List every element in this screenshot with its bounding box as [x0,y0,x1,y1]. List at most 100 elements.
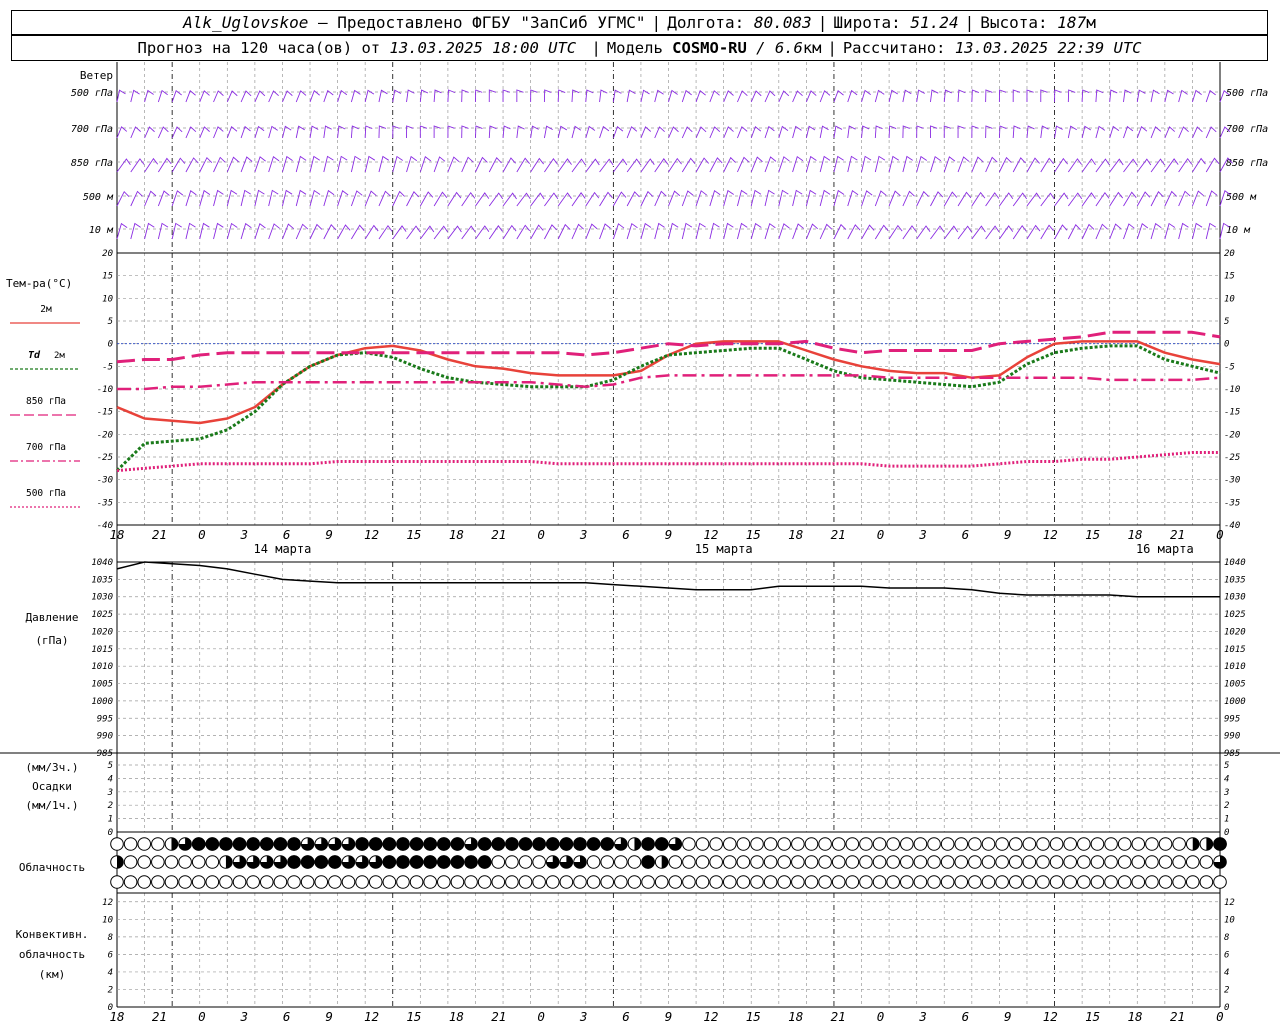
cloud-symbol [695,837,710,851]
wind-barb [902,155,913,173]
cloud-symbol [1117,837,1132,851]
wind-barb [819,223,833,240]
wind-barb [1012,89,1020,103]
cloud-symbol [110,837,124,851]
cloud-symbol [532,875,546,889]
precip-title: Осадки [32,780,72,793]
wind-barb [792,90,803,103]
x-tick-label-bottom: 21 [1170,1009,1185,1024]
cloud-symbol [709,855,723,869]
cloud-symbol [205,875,220,889]
cloud-symbol [1172,855,1186,869]
cloud-symbol [845,837,860,851]
cloud-symbol-fill [477,837,492,851]
wind-barb [709,189,721,207]
cloud-symbol [818,837,832,851]
wind-barb [1012,125,1021,139]
wind-barb [737,156,750,173]
cloud-symbol [927,855,941,869]
temp-title: Тем-ра(°С) [6,277,72,290]
precip-tick-label: 3 [107,788,113,798]
cloud-symbol [641,875,655,889]
cloud-symbol [1104,855,1118,869]
cloud-symbol [954,837,969,851]
cloud-symbol [791,837,805,851]
cloud-symbol [1145,837,1159,851]
day-label: 16 марта [1136,542,1194,556]
wind-barb [530,157,544,173]
wind-barb [1054,192,1069,207]
cloud-symbol [1090,875,1105,889]
cloud-symbol [777,855,792,869]
wind-barb [475,225,490,240]
wind-barb [144,190,157,207]
wind-barb [364,190,377,207]
wind-barb [254,156,266,173]
cloud-symbol [818,875,832,889]
x-tick-label: 9 [665,527,673,542]
wind-barb [157,157,172,173]
wind-barb [199,189,211,207]
temp-tick-label: 15 [1224,272,1235,282]
cloud-symbol [927,875,941,889]
conv-tick-label: 0 [1224,1003,1229,1013]
cloud-symbol-fill [491,837,506,851]
x-tick-label: 18 [1128,527,1143,542]
cloud-symbol-fill [641,837,655,851]
temp-tick-label: -10 [97,385,113,395]
wind-barb [778,223,790,240]
wind-barb [226,90,238,103]
wind-barb [1067,224,1081,240]
wind-barb [750,156,763,173]
x-tick-label-bottom: 21 [831,1009,846,1024]
cloud-symbol [777,837,792,851]
cloud-symbol [300,875,315,889]
cloud-symbol [886,855,900,869]
cloud-symbol [437,875,451,889]
x-tick-label-bottom: 15 [406,1009,421,1024]
conv-tick-label: 4 [108,968,113,978]
wind-barb [516,192,531,207]
cloud-symbol [314,875,329,889]
pressure-tick-label: 990 [97,732,113,742]
x-tick-label: 9 [325,527,333,542]
cloud-symbol [178,855,192,869]
cloud-symbol [995,875,1009,889]
wind-barb [282,155,293,173]
cloud-symbol [763,875,778,889]
wind-barb [309,189,321,207]
conv-tick-label: 10 [1224,915,1235,925]
wind-barb [240,125,251,139]
cloud-symbol [913,855,928,869]
wind-barb [971,191,986,207]
wind-barb [144,157,159,173]
wind-barb [1192,126,1203,139]
cloud-symbol [328,875,342,889]
wind-barb [916,225,931,240]
wind-barb [930,155,942,173]
wind-barb [226,126,238,139]
x-tick-label-bottom: 12 [364,1009,379,1024]
wind-barb [805,189,817,207]
cloud-symbol [1077,855,1091,869]
wind-barb [1026,192,1041,207]
cloud-symbol [627,875,642,889]
cloud-symbol [545,875,560,889]
wind-barb [750,222,762,240]
wind-barb [144,126,155,139]
x-tick-label: 0 [1216,527,1224,542]
wind-barb [392,155,404,173]
wind-barb [833,223,847,240]
cloud-symbol [1199,855,1214,869]
wind-level-label: 850 гПа [1226,158,1268,169]
wind-barb [640,126,652,139]
wind-barb [750,125,762,139]
pressure-tick-label: 1035 [91,575,113,585]
temp-tick-label: -15 [1224,408,1240,418]
cloud-symbol [1008,875,1023,889]
cloud-symbol [464,875,478,889]
cloud-symbol [872,855,887,869]
wind-barb [378,190,391,207]
temp-tick-label: -30 [97,476,113,486]
wind-barb [681,157,696,173]
